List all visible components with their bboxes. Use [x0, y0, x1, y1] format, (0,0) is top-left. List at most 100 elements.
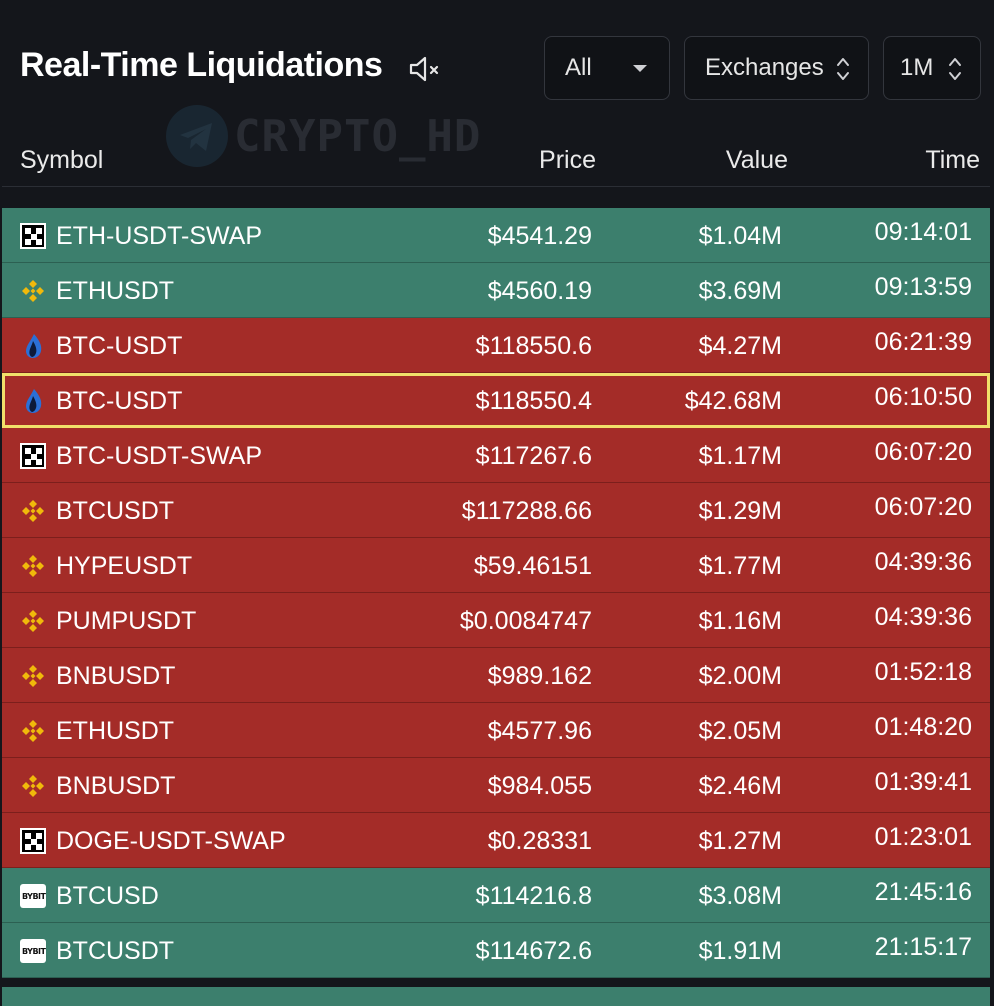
row-value: $1.29M: [698, 497, 782, 525]
row-price: $0.28331: [487, 827, 592, 855]
binance-icon: [22, 720, 44, 742]
row-price: $59.46151: [473, 552, 592, 580]
row-symbol: BNBUSDT: [56, 662, 176, 690]
row-time: 21:45:16: [874, 878, 972, 906]
row-time: 01:52:18: [874, 658, 972, 686]
row-price: $984.055: [487, 772, 592, 800]
bybit-icon: BYBIT: [20, 939, 46, 963]
row-time: 06:07:20: [874, 493, 972, 521]
column-value[interactable]: Value: [726, 146, 788, 175]
row-symbol: BTCUSD: [56, 882, 159, 910]
chevron-updown-icon: [837, 58, 849, 80]
binance-icon: [22, 555, 44, 577]
table-row[interactable]: BTC-USDT $118550.4 $42.68M 06:10:50: [2, 373, 990, 428]
column-time[interactable]: Time: [925, 146, 980, 175]
row-time: 09:14:01: [874, 218, 972, 246]
row-price: $989.162: [487, 662, 592, 690]
row-value: $1.17M: [698, 442, 782, 470]
table-row[interactable]: BTC-USDT $118550.6 $4.27M 06:21:39: [2, 318, 990, 373]
exchanges-select-label: Exchanges: [705, 54, 824, 81]
row-symbol: BNBUSDT: [56, 772, 176, 800]
table-row[interactable]: BTC-USDT-SWAP $117267.6 $1.17M 06:07:20: [2, 428, 990, 483]
row-value: $1.04M: [698, 222, 782, 250]
row-price: $4560.19: [487, 277, 592, 305]
row-symbol: BTCUSDT: [56, 497, 175, 525]
page-title: Real-Time Liquidations: [20, 46, 383, 84]
row-time: 21:15:17: [874, 933, 972, 961]
okx-icon: [20, 223, 46, 249]
row-symbol: BTC-USDT: [56, 332, 183, 360]
liquidations-panel: Real-Time Liquidations All Exchanges 1M: [2, 0, 990, 1006]
row-time: 01:23:01: [874, 823, 972, 851]
row-price: $118550.4: [475, 387, 592, 415]
row-value: $1.27M: [698, 827, 782, 855]
exchanges-select[interactable]: Exchanges: [684, 36, 869, 100]
liquidations-table: ETH-USDT-SWAP $4541.29 $1.04M 09:14:01 ETHUS…: [2, 208, 990, 978]
table-row[interactable]: BTCUSDT $117288.66 $1.29M 06:07:20: [2, 483, 990, 538]
row-price: $114672.6: [475, 937, 592, 965]
table-row[interactable]: ETH-USDT-SWAP $4541.29 $1.04M 09:14:01: [2, 208, 990, 263]
row-price: $4541.29: [487, 222, 592, 250]
table-row[interactable]: ETHUSDT $4560.19 $3.69M 09:13:59: [2, 263, 990, 318]
row-price: $117288.66: [461, 497, 592, 525]
column-symbol[interactable]: Symbol: [20, 146, 103, 175]
row-time: 06:10:50: [874, 383, 972, 411]
row-value: $2.46M: [698, 772, 782, 800]
row-price: $117267.6: [475, 442, 592, 470]
timeframe-select-label: 1M: [900, 54, 934, 81]
table-row[interactable]: BYBIT BTCUSDT $114672.6 $1.91M 21:15:17: [2, 923, 990, 978]
column-price[interactable]: Price: [539, 146, 596, 175]
row-value: $1.16M: [698, 607, 782, 635]
binance-icon: [22, 665, 44, 687]
panel-header: Real-Time Liquidations All Exchanges 1M: [2, 0, 990, 128]
row-value: $2.05M: [698, 717, 782, 745]
row-time: 09:13:59: [874, 273, 972, 301]
row-time: 01:39:41: [874, 768, 972, 796]
row-price: $118550.6: [475, 332, 592, 360]
row-symbol: ETHUSDT: [56, 277, 175, 305]
table-row[interactable]: BNBUSDT $984.055 $2.46M 01:39:41: [2, 758, 990, 813]
bybit-logo-text: BYBIT: [22, 947, 46, 956]
row-value: $1.91M: [698, 937, 782, 965]
binance-icon: [22, 280, 44, 302]
row-symbol: ETHUSDT: [56, 717, 175, 745]
table-row[interactable]: HYPEUSDT $59.46151 $1.77M 04:39:36: [2, 538, 990, 593]
row-value: $42.68M: [684, 387, 782, 415]
row-time: 01:48:20: [874, 713, 972, 741]
table-row[interactable]: DOGE-USDT-SWAP $0.28331 $1.27M 01:23:01: [2, 813, 990, 868]
timeframe-select[interactable]: 1M: [883, 36, 981, 100]
row-symbol: ETH-USDT-SWAP: [56, 222, 263, 250]
row-symbol: BTCUSDT: [56, 937, 175, 965]
binance-icon: [22, 775, 44, 797]
row-value: $3.08M: [698, 882, 782, 910]
bybit-logo-text: BYBIT: [22, 892, 46, 901]
row-time: 06:21:39: [874, 328, 972, 356]
side-filter-label: All: [565, 54, 592, 81]
row-symbol: BTC-USDT-SWAP: [56, 442, 263, 470]
table-row[interactable]: BNBUSDT $989.162 $2.00M 01:52:18: [2, 648, 990, 703]
table-row[interactable]: BYBIT BTCUSD $114216.8 $3.08M 21:45:16: [2, 868, 990, 923]
okx-icon: [20, 828, 46, 854]
table-row[interactable]: ETHUSDT $4577.96 $2.05M 01:48:20: [2, 703, 990, 758]
row-price: $0.0084747: [459, 607, 592, 635]
huobi-icon: [26, 389, 42, 413]
binance-icon: [22, 610, 44, 632]
row-value: $1.77M: [698, 552, 782, 580]
row-value: $2.00M: [698, 662, 782, 690]
row-symbol: HYPEUSDT: [56, 552, 193, 580]
table-row-partial: [2, 987, 990, 1006]
row-time: 04:39:36: [874, 548, 972, 576]
row-value: $3.69M: [698, 277, 782, 305]
side-filter-dropdown[interactable]: All: [544, 36, 670, 100]
chevron-updown-icon: [949, 58, 961, 80]
table-row[interactable]: PUMPUSDT $0.0084747 $1.16M 04:39:36: [2, 593, 990, 648]
row-symbol: PUMPUSDT: [56, 607, 197, 635]
row-symbol: BTC-USDT: [56, 387, 183, 415]
row-price: $4577.96: [487, 717, 592, 745]
speaker-muted-icon[interactable]: [408, 54, 442, 84]
bybit-icon: BYBIT: [20, 884, 46, 908]
row-price: $114216.8: [475, 882, 592, 910]
row-symbol: DOGE-USDT-SWAP: [56, 827, 286, 855]
row-time: 04:39:36: [874, 603, 972, 631]
huobi-icon: [26, 334, 42, 358]
